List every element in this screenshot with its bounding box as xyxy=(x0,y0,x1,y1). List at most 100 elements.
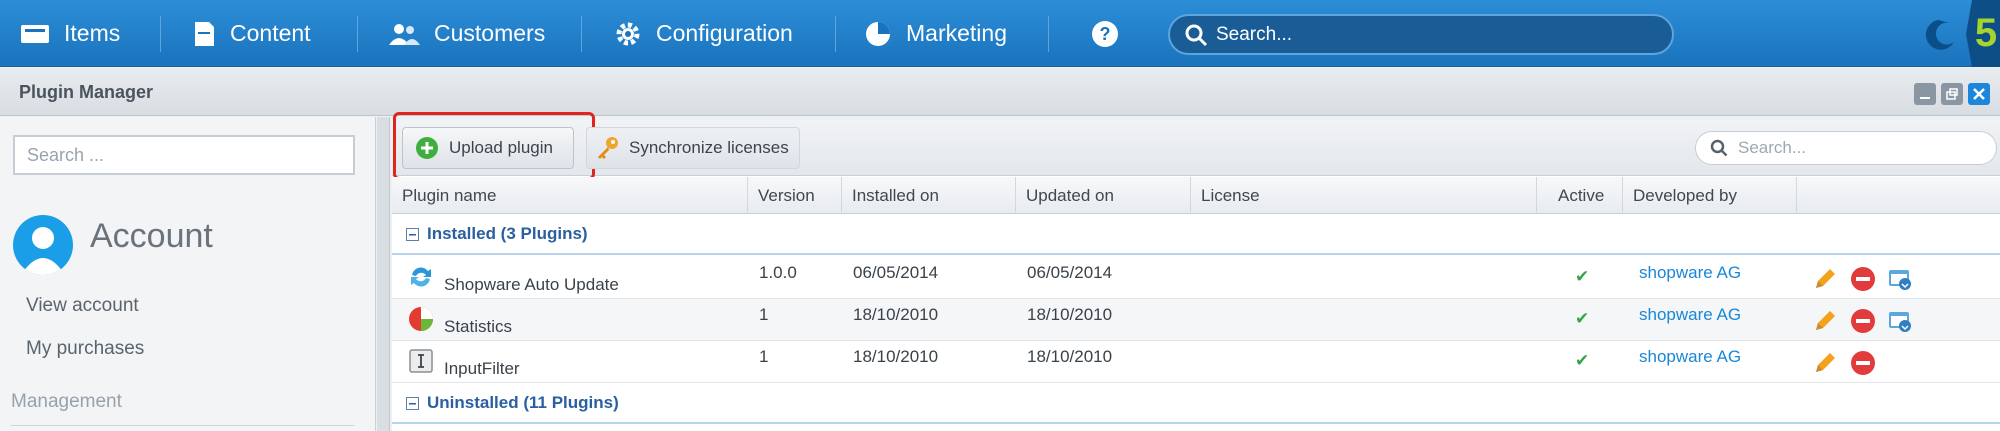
plugin-version: 1 xyxy=(759,305,769,324)
table-row[interactable]: Shopware Auto Update 1.0.0 06/05/2014 06… xyxy=(392,257,2000,299)
customers-icon xyxy=(389,23,420,45)
uninstall-icon[interactable] xyxy=(1850,266,1876,292)
minimize-button[interactable] xyxy=(1914,83,1936,105)
synchronize-licenses-label: Synchronize licenses xyxy=(629,138,789,157)
nav-divider xyxy=(357,16,358,52)
column-header-plugin-name[interactable]: Plugin name xyxy=(392,177,748,214)
group-header-installed[interactable]: Installed (3 Plugins) xyxy=(392,215,2000,255)
column-header-developed-by[interactable]: Developed by xyxy=(1623,177,1797,214)
nav-item-label: Customers xyxy=(434,20,546,46)
gear-icon xyxy=(616,22,640,45)
edit-pencil-icon[interactable] xyxy=(1812,308,1838,334)
shopware-logo: 5 xyxy=(1900,0,2000,67)
collapse-icon[interactable] xyxy=(406,396,419,410)
upload-plugin-button[interactable]: Upload plugin xyxy=(402,127,574,169)
nav-divider xyxy=(581,16,582,52)
plugin-name: Statistics xyxy=(444,317,513,336)
help-button[interactable]: ? xyxy=(1090,0,1134,67)
updated-date: 06/05/2014 xyxy=(1027,263,1113,282)
group-title: Installed (3 Plugins) xyxy=(427,224,588,243)
updated-date: 18/10/2010 xyxy=(1027,305,1113,324)
edit-pencil-icon[interactable] xyxy=(1812,350,1838,376)
plugin-version: 1 xyxy=(759,347,769,366)
statistics-icon xyxy=(409,307,433,331)
nav-item-label: Content xyxy=(230,20,311,46)
table-row[interactable]: Statistics 1 18/10/2010 18/10/2010 ✔ sho… xyxy=(392,299,2000,341)
active-check-icon: ✔ xyxy=(1575,267,1590,286)
group-title: Uninstalled (11 Plugins) xyxy=(427,393,619,412)
restore-icon xyxy=(1946,88,1958,100)
edit-pencil-icon[interactable] xyxy=(1812,266,1838,292)
auto-update-icon xyxy=(411,267,431,287)
my-purchases-link[interactable]: My purchases xyxy=(26,338,144,360)
plugin-name: Shopware Auto Update xyxy=(444,275,619,294)
pie-chart-icon xyxy=(866,21,890,46)
management-section-heading: Management xyxy=(11,391,122,412)
nav-item-items[interactable]: Items xyxy=(20,0,120,67)
nav-item-content[interactable]: Content xyxy=(192,0,311,67)
nav-item-customers[interactable]: Customers xyxy=(388,0,545,67)
update-plugin-icon[interactable] xyxy=(1887,266,1913,292)
global-search-placeholder: Search... xyxy=(1216,23,1293,45)
help-icon: ? xyxy=(1092,20,1118,47)
column-header-actions xyxy=(1797,177,2000,214)
restore-button[interactable] xyxy=(1941,83,1963,105)
collapse-icon[interactable] xyxy=(406,227,419,241)
minimize-icon xyxy=(1920,97,1930,99)
plugin-search-placeholder: Search... xyxy=(1738,138,1807,157)
table-row[interactable]: InputFilter 1 18/10/2010 18/10/2010 ✔ sh… xyxy=(392,341,2000,383)
window-title-bar: Plugin Manager xyxy=(0,68,2000,116)
group-header-uninstalled[interactable]: Uninstalled (11 Plugins) xyxy=(392,384,2000,424)
nav-item-label: Configuration xyxy=(656,20,793,46)
uninstall-icon[interactable] xyxy=(1850,308,1876,334)
sidebar-search-placeholder: Search ... xyxy=(27,144,105,165)
key-icon xyxy=(598,137,618,159)
nav-divider xyxy=(160,16,161,52)
account-sidebar: Search ... Account View account My purch… xyxy=(0,117,376,431)
plugin-name: InputFilter xyxy=(444,359,520,378)
content-icon xyxy=(195,21,214,46)
search-icon xyxy=(1185,24,1208,46)
developer-link[interactable]: shopware AG xyxy=(1639,263,1741,283)
sidebar-search-input[interactable]: Search ... xyxy=(13,135,355,175)
panel-splitter[interactable] xyxy=(377,117,390,431)
items-icon xyxy=(21,24,49,43)
top-navigation-bar: Items Content Customers Configuration Ma… xyxy=(0,0,2000,67)
svg-text:?: ? xyxy=(1100,24,1111,44)
update-plugin-icon[interactable] xyxy=(1887,308,1913,334)
upload-plugin-label: Upload plugin xyxy=(449,138,553,157)
column-header-active[interactable]: Active xyxy=(1537,177,1623,214)
column-header-version[interactable]: Version xyxy=(748,177,842,214)
close-button[interactable] xyxy=(1968,83,1990,105)
column-header-installed-on[interactable]: Installed on xyxy=(842,177,1016,214)
plugin-version: 1.0.0 xyxy=(759,263,797,282)
installed-date: 18/10/2010 xyxy=(853,305,939,324)
toolbar: Upload plugin Synchronize licenses Searc… xyxy=(392,112,2000,180)
grid-header: Plugin name Version Installed on Updated… xyxy=(392,177,2000,214)
account-heading: Account xyxy=(90,217,213,255)
window-title: Plugin Manager xyxy=(19,82,154,102)
plugin-grid-panel: Upload plugin Synchronize licenses Searc… xyxy=(392,112,2000,431)
plugin-search-input[interactable]: Search... xyxy=(1695,131,1997,165)
nav-item-marketing[interactable]: Marketing xyxy=(864,0,1007,67)
search-icon xyxy=(1710,139,1728,157)
avatar xyxy=(13,215,73,275)
nav-item-configuration[interactable]: Configuration xyxy=(614,0,793,67)
add-icon xyxy=(416,137,438,159)
global-search-input[interactable]: Search... xyxy=(1168,14,1674,55)
nav-item-label: Items xyxy=(64,20,121,46)
column-header-updated-on[interactable]: Updated on xyxy=(1016,177,1191,214)
developer-link[interactable]: shopware AG xyxy=(1639,305,1741,325)
nav-item-label: Marketing xyxy=(906,20,1007,46)
synchronize-licenses-button[interactable]: Synchronize licenses xyxy=(586,127,800,169)
column-header-license[interactable]: License xyxy=(1191,177,1537,214)
updated-date: 18/10/2010 xyxy=(1027,347,1113,366)
developer-link[interactable]: shopware AG xyxy=(1639,347,1741,367)
svg-text:5: 5 xyxy=(1975,11,1997,55)
view-account-link[interactable]: View account xyxy=(26,295,139,317)
input-filter-icon xyxy=(409,349,433,373)
nav-divider xyxy=(1048,16,1049,52)
uninstall-icon[interactable] xyxy=(1850,350,1876,376)
nav-divider xyxy=(835,16,836,52)
user-icon xyxy=(21,227,65,275)
